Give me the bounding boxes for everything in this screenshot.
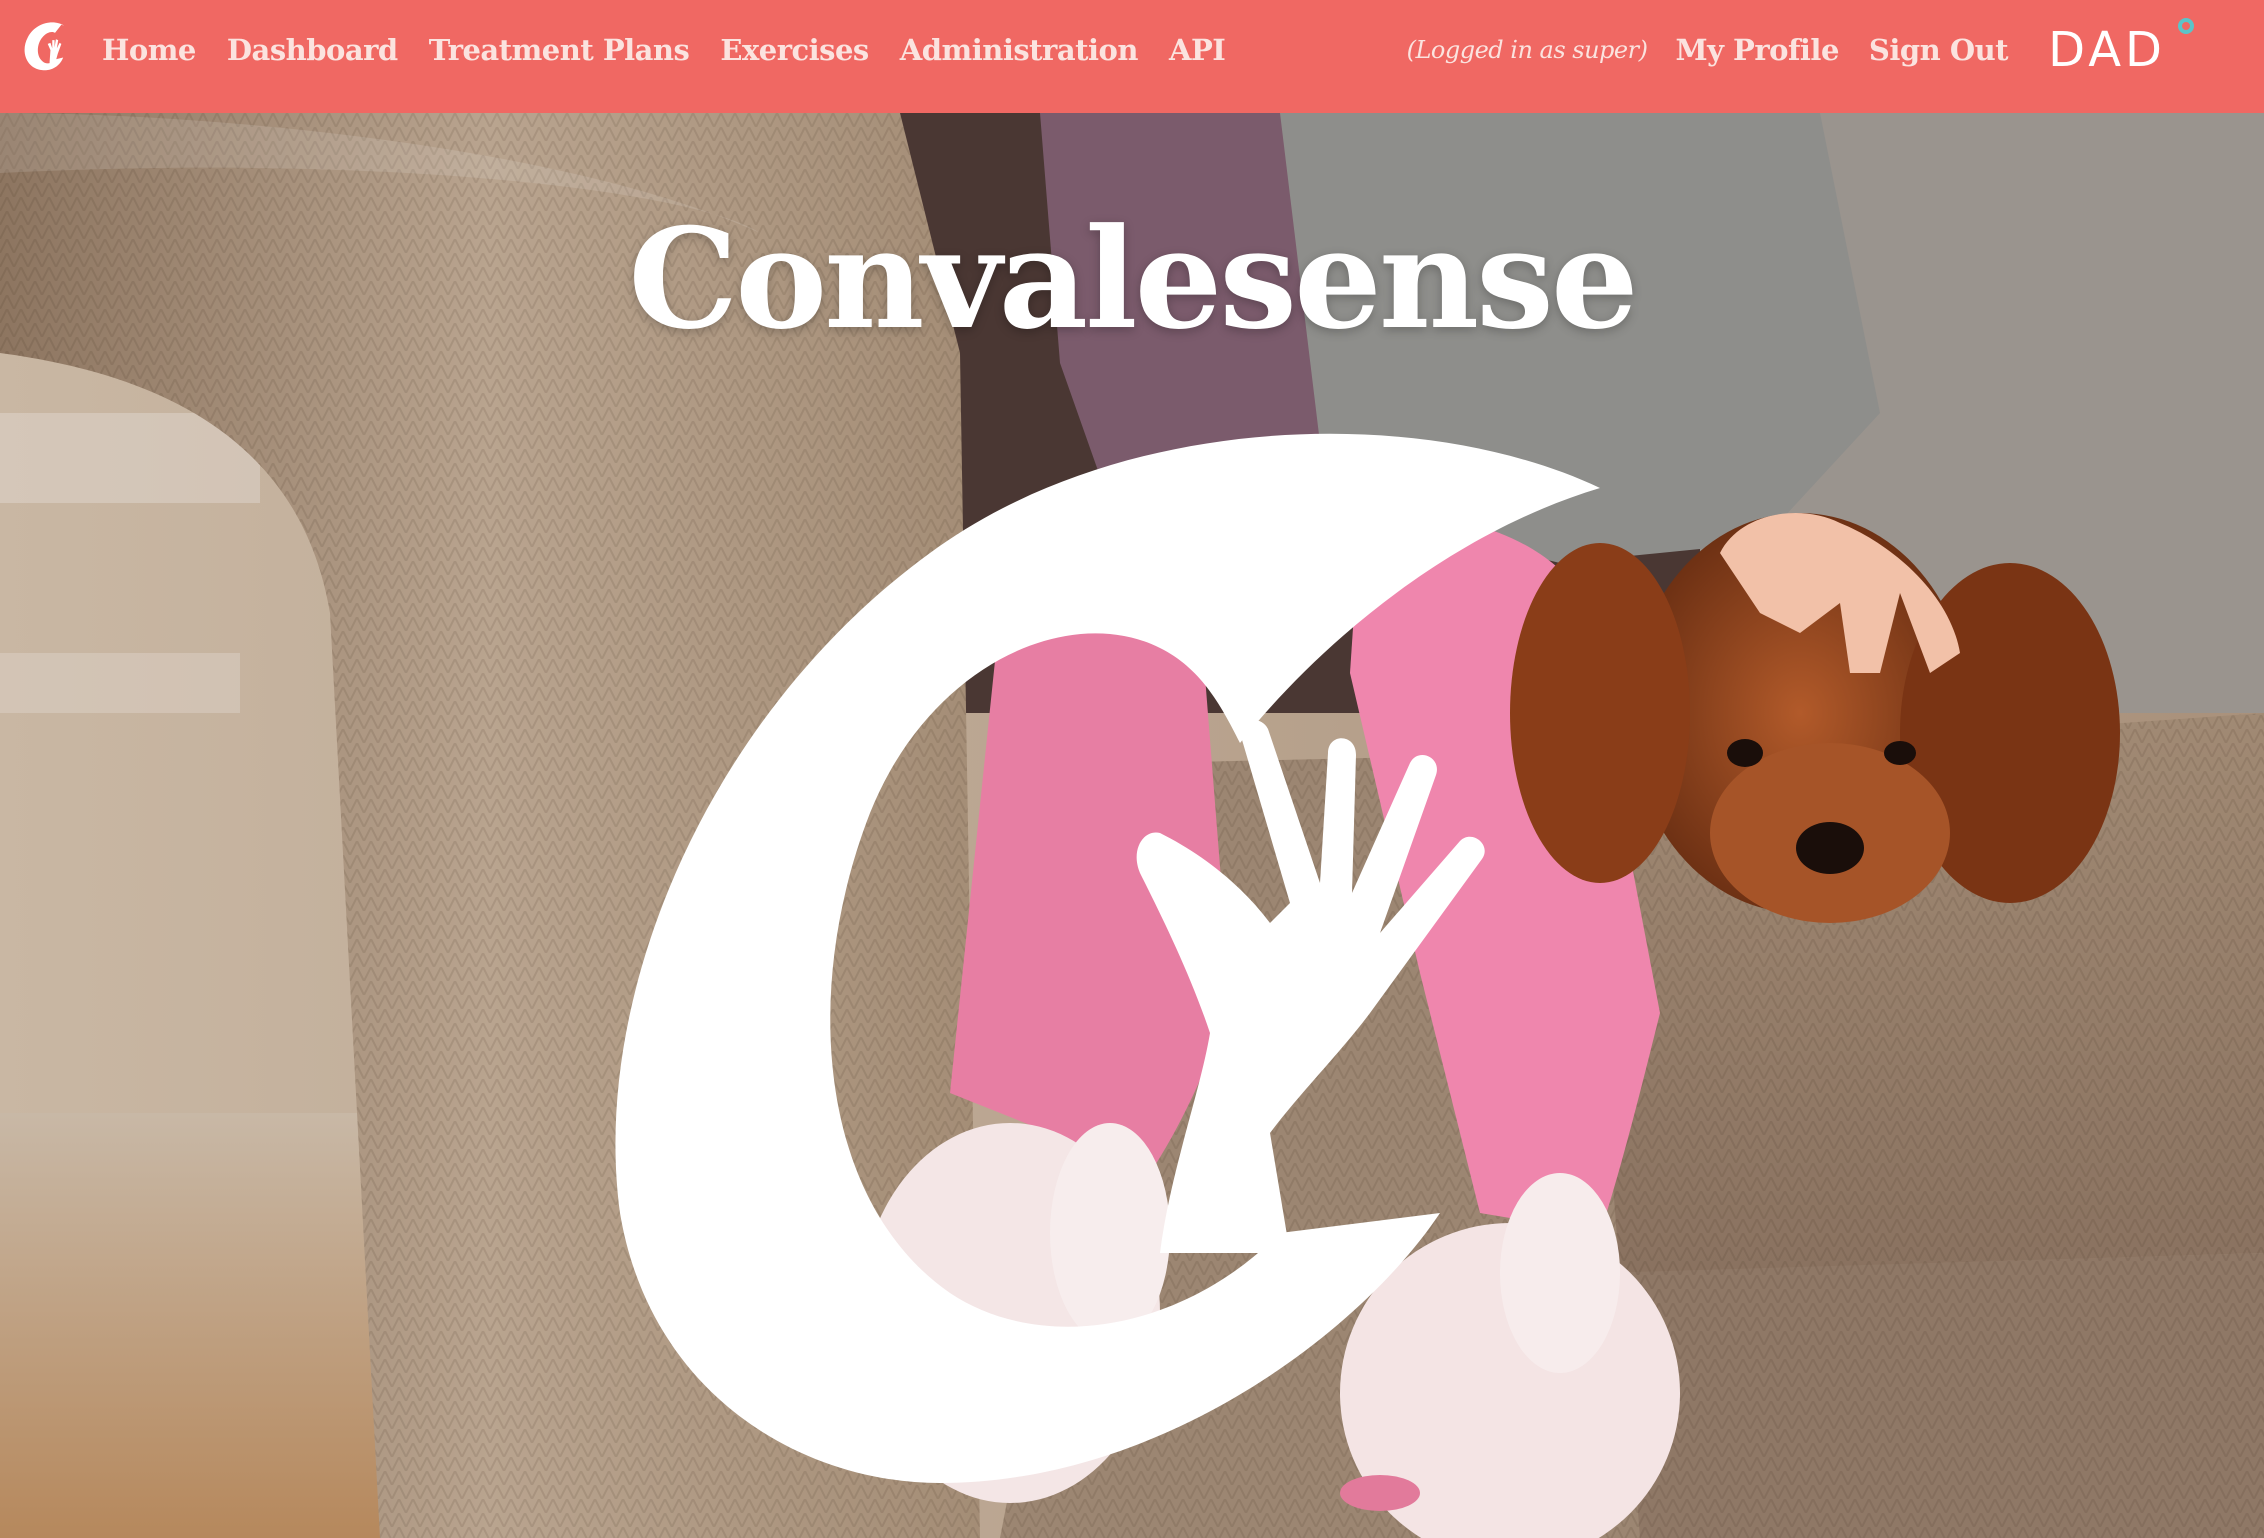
convalesense-c-hand-icon xyxy=(615,433,1600,1483)
top-navbar: Home Dashboard Treatment Plans Exercises… xyxy=(0,0,2264,113)
dad-brand-text: DAD xyxy=(2048,22,2166,78)
hero-section: Convalesense xyxy=(0,113,2264,1538)
nav-home-link[interactable]: Home xyxy=(102,33,196,67)
page: Home Dashboard Treatment Plans Exercises… xyxy=(0,0,2264,1538)
nav-administration-link[interactable]: Administration xyxy=(900,33,1139,67)
nav-right-links: (Logged in as super) My Profile Sign Out… xyxy=(1407,0,2264,100)
convalesense-c-icon[interactable] xyxy=(22,22,68,72)
nav-dashboard-link[interactable]: Dashboard xyxy=(227,33,398,67)
dad-brand-dot-icon xyxy=(2178,18,2194,34)
sign-out-link[interactable]: Sign Out xyxy=(1869,33,2009,67)
hero-title: Convalesense xyxy=(628,197,1638,360)
nav-left-links: Home Dashboard Treatment Plans Exercises… xyxy=(102,0,1256,100)
nav-treatment-plans-link[interactable]: Treatment Plans xyxy=(429,33,690,67)
dad-brand-logo: DAD xyxy=(2048,18,2194,78)
my-profile-link[interactable]: My Profile xyxy=(1675,33,1839,67)
nav-api-link[interactable]: API xyxy=(1169,33,1226,67)
nav-exercises-link[interactable]: Exercises xyxy=(720,33,869,67)
logged-in-status: (Logged in as super) xyxy=(1406,36,1648,64)
